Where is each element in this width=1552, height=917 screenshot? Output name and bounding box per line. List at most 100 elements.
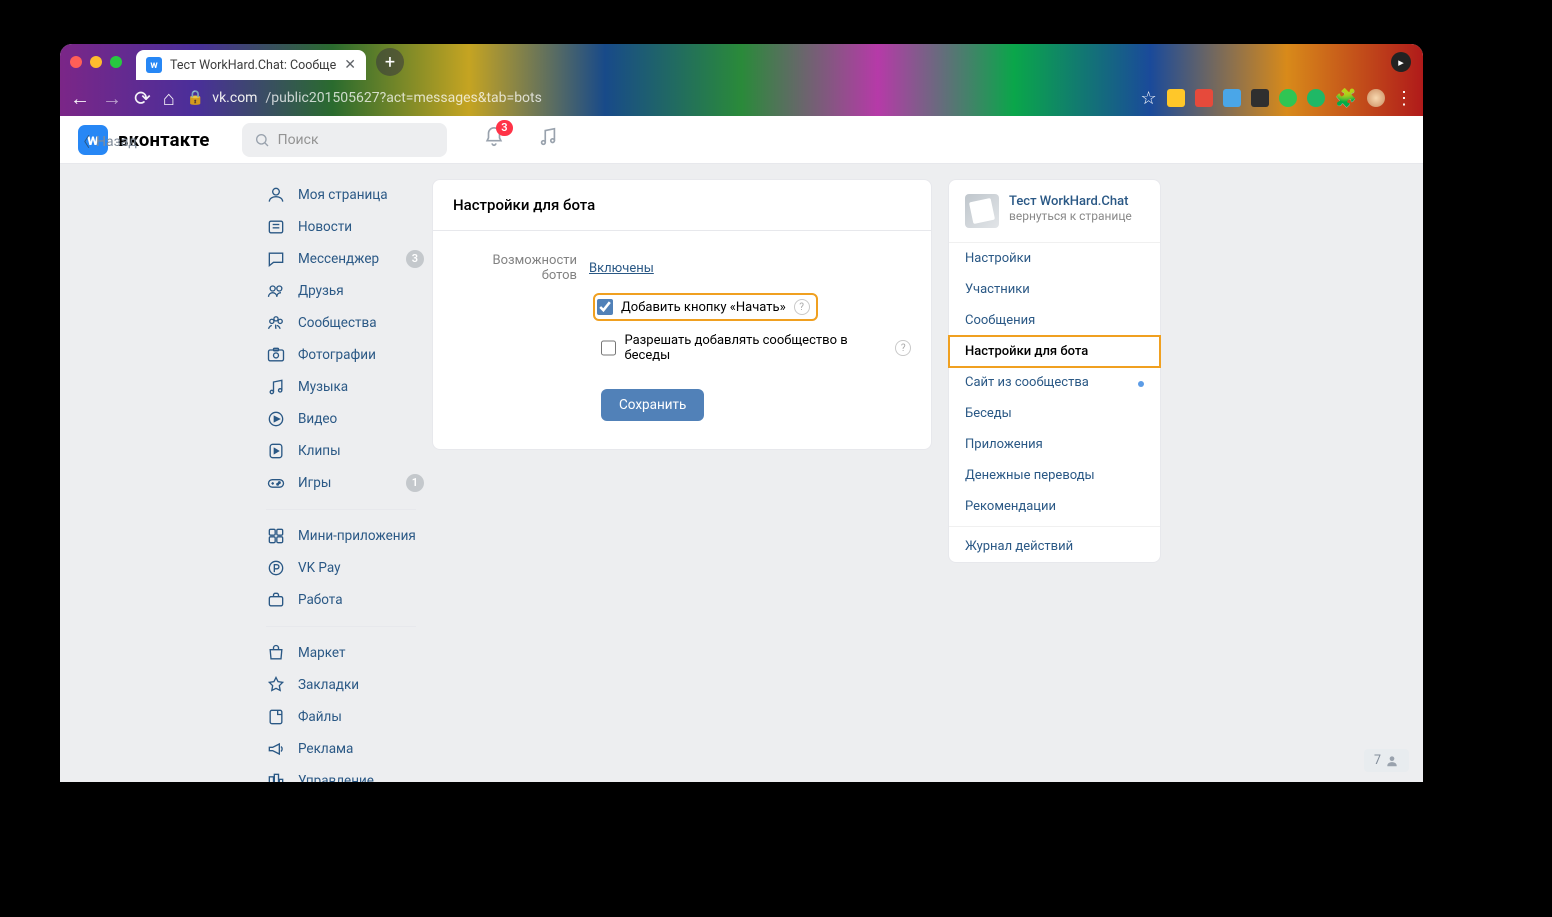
nav-icon <box>266 473 286 493</box>
allow-add-to-chats-row[interactable]: Разрешать добавлять сообщество в беседы … <box>601 333 911 363</box>
help-icon[interactable]: ? <box>794 299 810 315</box>
vk-header: w вконтакте Поиск 3 <box>60 116 1423 164</box>
settings-nav-label: Сообщения <box>965 313 1035 328</box>
allow-add-to-chats-checkbox[interactable] <box>601 340 616 356</box>
nav-item[interactable]: Мессенджер3 <box>266 243 416 275</box>
settings-nav-item[interactable]: Журнал действий <box>949 526 1160 562</box>
close-tab-icon[interactable]: ✕ <box>344 57 356 73</box>
help-icon[interactable]: ? <box>895 340 911 356</box>
window-controls[interactable] <box>70 56 122 68</box>
browser-menu-icon[interactable]: ⋮ <box>1395 88 1413 109</box>
extension-icon[interactable] <box>1167 89 1185 107</box>
nav-item[interactable]: Реклама <box>266 733 416 765</box>
settings-nav-item[interactable]: Беседы <box>949 398 1160 429</box>
extension-icon[interactable] <box>1279 89 1297 107</box>
nav-item[interactable]: Новости <box>266 211 416 243</box>
settings-nav-item[interactable]: Сайт из сообщества <box>949 367 1160 398</box>
notification-badge: 3 <box>496 120 512 136</box>
extension-icon[interactable] <box>1251 89 1269 107</box>
settings-nav-label: Настройки <box>965 251 1031 266</box>
nav-icon <box>266 558 286 578</box>
nav-item[interactable]: VK Pay <box>266 552 416 584</box>
extension-icon[interactable] <box>1195 89 1213 107</box>
nav-icon <box>266 739 286 759</box>
browser-toolbar: ← → ⟳ ⌂ 🔒 vk.com/public201505627?act=mes… <box>60 80 1423 116</box>
bookmark-star-icon[interactable]: ☆ <box>1140 88 1156 109</box>
nav-label: Реклама <box>298 741 353 757</box>
panel-title: Настройки для бота <box>433 180 931 231</box>
minimize-window-icon[interactable] <box>90 56 102 68</box>
extension-icon[interactable] <box>1223 89 1241 107</box>
settings-nav-item[interactable]: Денежные переводы <box>949 460 1160 491</box>
nav-item[interactable]: Маркет <box>266 637 416 669</box>
settings-nav-item[interactable]: Приложения <box>949 429 1160 460</box>
nav-item[interactable]: Фотографии <box>266 339 416 371</box>
friends-counter[interactable]: 7 <box>1364 749 1409 772</box>
bot-caps-value[interactable]: Включены <box>589 261 654 276</box>
back-link[interactable]: 〈 Назад <box>76 132 137 152</box>
settings-nav-label: Рекомендации <box>965 499 1056 514</box>
nav-item[interactable]: Сообщества <box>266 307 416 339</box>
close-window-icon[interactable] <box>70 56 82 68</box>
toolbar-right: ☆ 🧩 ⋮ <box>1140 88 1413 109</box>
media-indicator-icon[interactable]: ▸ <box>1391 52 1411 72</box>
settings-nav-label: Сайт из сообщества <box>965 375 1089 390</box>
extension-icon[interactable] <box>1307 89 1325 107</box>
nav-label: Закладки <box>298 677 359 693</box>
settings-nav-item[interactable]: Сообщения <box>949 305 1160 336</box>
nav-label: Маркет <box>298 645 345 661</box>
add-start-button-checkbox[interactable] <box>597 299 613 315</box>
nav-item[interactable]: Видео <box>266 403 416 435</box>
profile-avatar[interactable] <box>1367 89 1385 107</box>
save-button[interactable]: Сохранить <box>601 389 704 421</box>
notifications-button[interactable]: 3 <box>483 126 505 153</box>
nav-separator <box>266 626 416 627</box>
url-host: vk.com <box>212 90 257 106</box>
maximize-window-icon[interactable] <box>110 56 122 68</box>
nav-item[interactable]: Музыка <box>266 371 416 403</box>
back-label: Назад <box>96 134 137 150</box>
nav-item[interactable]: Клипы <box>266 435 416 467</box>
nav-label: Новости <box>298 219 352 235</box>
nav-label: Сообщества <box>298 315 377 331</box>
nav-label: Файлы <box>298 709 342 725</box>
nav-forward-button[interactable]: → <box>102 86 122 111</box>
nav-item[interactable]: Закладки <box>266 669 416 701</box>
music-button[interactable] <box>537 126 559 153</box>
nav-item[interactable]: Файлы <box>266 701 416 733</box>
right-nav: Настройки Участники Сообщения Настройки для… <box>949 243 1160 562</box>
nav-item[interactable]: Моя страница <box>266 179 416 211</box>
nav-item[interactable]: Мини-приложения <box>266 520 416 552</box>
address-bar[interactable]: 🔒 vk.com/public201505627?act=messages&ta… <box>187 84 1129 112</box>
person-icon <box>1385 754 1399 768</box>
settings-nav-item[interactable]: Настройки для бота <box>949 336 1160 367</box>
nav-item[interactable]: Управление <box>266 765 416 782</box>
new-tab-button[interactable]: + <box>376 48 404 76</box>
settings-nav-item[interactable]: Участники <box>949 274 1160 305</box>
search-input[interactable]: Поиск <box>242 123 447 157</box>
group-avatar <box>965 194 999 228</box>
browser-tab[interactable]: w Тест WorkHard.Chat: Сообще ✕ <box>136 50 366 80</box>
group-header[interactable]: Тест WorkHard.Chat вернуться к странице <box>949 180 1160 243</box>
chevron-left-icon: 〈 <box>76 132 90 152</box>
nav-label: Клипы <box>298 443 341 459</box>
nav-item[interactable]: Работа <box>266 584 416 616</box>
nav-back-button[interactable]: ← <box>70 86 90 111</box>
home-button[interactable]: ⌂ <box>163 86 175 111</box>
nav-label: Друзья <box>298 283 344 299</box>
add-start-button-row[interactable]: Добавить кнопку «Начать» ? <box>597 299 810 315</box>
counter-value: 7 <box>1374 753 1381 768</box>
group-back-link[interactable]: вернуться к странице <box>1009 209 1132 223</box>
nav-item[interactable]: Игры1 <box>266 467 416 499</box>
group-name: Тест WorkHard.Chat <box>1009 194 1132 209</box>
url-path: /public201505627?act=messages&tab=bots <box>265 90 541 106</box>
extensions-menu-icon[interactable]: 🧩 <box>1335 88 1357 109</box>
reload-button[interactable]: ⟳ <box>134 86 151 110</box>
highlight-annotation: Добавить кнопку «Начать» ? <box>597 297 814 317</box>
bot-caps-label: Возможности ботов <box>459 253 589 283</box>
settings-nav-item[interactable]: Настройки <box>949 243 1160 274</box>
settings-nav-item[interactable]: Рекомендации <box>949 491 1160 522</box>
nav-item[interactable]: Друзья <box>266 275 416 307</box>
nav-separator <box>266 509 416 510</box>
left-nav: Моя страница Новости Мессенджер3 Друзья Сооб… <box>266 179 416 782</box>
